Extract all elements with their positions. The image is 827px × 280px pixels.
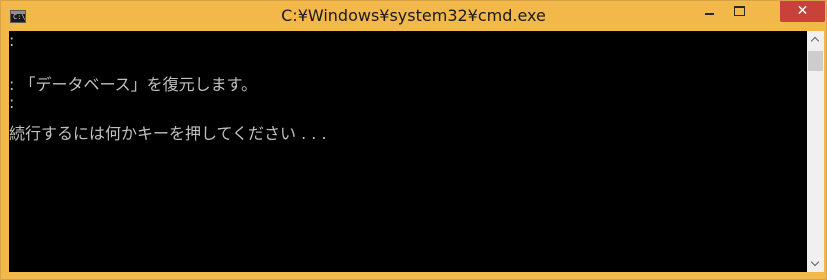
scroll-down-button[interactable] (807, 255, 824, 272)
console-line: 続行するには何かキーを押してください . . . (9, 124, 327, 143)
scroll-thumb[interactable] (808, 51, 823, 71)
chevron-up-icon (810, 36, 820, 46)
vertical-scrollbar[interactable] (807, 31, 824, 272)
close-icon: ✕ (796, 3, 809, 19)
title-bar[interactable]: C:\ C:¥Windows¥system32¥cmd.exe ✕ (1, 1, 826, 31)
console-line: : (9, 31, 15, 50)
minimize-button[interactable] (695, 1, 724, 22)
window-frame-bottom (1, 272, 826, 279)
console-line: : 「データベース」を復元します。 (9, 75, 258, 94)
close-button[interactable]: ✕ (780, 1, 825, 22)
maximize-button[interactable] (725, 1, 754, 22)
console-output[interactable]: : : 「データベース」を復元します。 : 続行するには何かキーを押してください… (9, 31, 807, 272)
chevron-down-icon (810, 257, 820, 267)
console-line: : (9, 93, 15, 112)
console-window: C:\ C:¥Windows¥system32¥cmd.exe ✕ : : 「デ… (0, 0, 827, 280)
app-icon-text: C:\ (13, 13, 26, 21)
scroll-up-button[interactable] (807, 31, 824, 48)
cmd-console-icon[interactable]: C:\ (10, 10, 26, 23)
